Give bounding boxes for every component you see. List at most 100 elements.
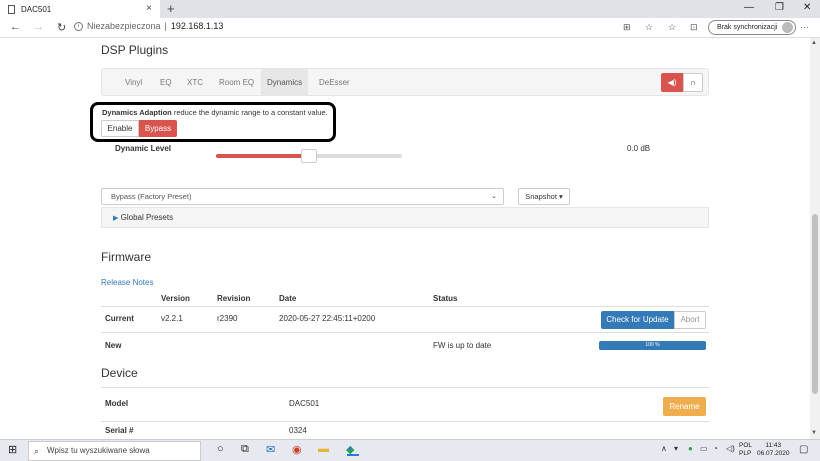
new-tab-button[interactable]: + xyxy=(167,1,175,16)
rename-button[interactable]: Rename xyxy=(663,397,706,416)
minimize-button[interactable]: — xyxy=(744,2,754,13)
global-presets-toggle[interactable]: ▶ Global Presets xyxy=(101,207,709,228)
current-label: Current xyxy=(105,314,134,323)
url-text[interactable]: 192.168.1.13 xyxy=(171,21,224,31)
page-content: DSP Plugins Vinyl EQ XTC Room EQ Dynamic… xyxy=(0,38,810,439)
check-for-update-button[interactable]: Check for Update xyxy=(601,311,674,329)
favorite-star-icon[interactable]: ☆ xyxy=(645,22,653,33)
current-revision: r2390 xyxy=(217,314,238,323)
profile-avatar-icon xyxy=(782,22,794,33)
bypass-button[interactable]: Bypass xyxy=(139,120,177,137)
windows-taskbar: ⊞ ⌕ Wpisz tu wyszukiwane słowa ○ ⧉ ✉ ◉ ▬… xyxy=(0,439,820,461)
update-progress-bar: 100 % xyxy=(599,341,706,350)
tray-app-icon[interactable]: ▾ xyxy=(674,444,678,453)
preset-select[interactable]: Bypass (Factory Preset) ⌄ xyxy=(101,188,504,205)
translate-icon[interactable]: ⊞ xyxy=(623,22,631,33)
current-date: 2020-05-27 22:45:11+0200 xyxy=(279,314,376,323)
col-date: Date xyxy=(279,294,297,303)
table-divider xyxy=(101,332,709,333)
fw-status: FW is up to date xyxy=(433,341,492,350)
more-menu-button[interactable]: ··· xyxy=(800,22,809,32)
language-indicator[interactable]: POL PLP xyxy=(739,442,752,458)
sync-label: Brak synchronizacji xyxy=(717,24,778,31)
table-divider xyxy=(101,306,709,307)
device-heading: Device xyxy=(101,366,138,380)
lang-line2: PLP xyxy=(739,450,752,457)
scrollbar-thumb[interactable] xyxy=(812,214,818,394)
taskbar-search[interactable]: ⌕ Wpisz tu wyszukiwane słowa xyxy=(28,441,201,461)
tab-title: DAC501 xyxy=(21,4,52,14)
tab-vinyl[interactable]: Vinyl xyxy=(119,69,148,96)
caret-right-icon: ▶ xyxy=(113,215,119,222)
col-status: Status xyxy=(433,294,458,303)
task-view-icon[interactable]: ⧉ xyxy=(241,443,249,456)
speaker-icon: ◀) xyxy=(667,78,677,87)
collections-icon[interactable]: ⊡ xyxy=(690,22,698,33)
scroll-up-icon[interactable]: ▲ xyxy=(811,40,817,46)
tab-deesser[interactable]: DeEsser xyxy=(313,69,356,96)
url-field[interactable]: i Niezabezpieczona | 192.168.1.13 xyxy=(74,21,223,31)
back-button[interactable]: ← xyxy=(10,21,21,33)
clock[interactable]: 11:43 06.07.2020 xyxy=(757,442,790,458)
network-icon[interactable]: ◔ xyxy=(713,444,718,453)
search-placeholder: Wpisz tu wyszukiwane słowa xyxy=(47,446,150,455)
headphones-icon: ∩ xyxy=(690,78,696,87)
file-explorer-icon[interactable]: ▬ xyxy=(318,443,329,455)
col-version: Version xyxy=(161,294,190,303)
model-label: Model xyxy=(105,399,129,408)
browser-titlebar: DAC501 × + — ❐ ✕ xyxy=(0,0,820,18)
dynamic-level-label: Dynamic Level xyxy=(115,144,172,153)
tab-dynamics[interactable]: Dynamics xyxy=(261,69,309,96)
dsp-plugin-tabs: Vinyl EQ XTC Room EQ Dynamics DeEsser ◀)… xyxy=(101,68,709,96)
firmware-heading: Firmware xyxy=(101,250,151,264)
current-version: v2.2.1 xyxy=(161,314,183,323)
slider-fill xyxy=(216,154,309,158)
serial-value: 0324 xyxy=(289,426,307,435)
headphones-output-button[interactable]: ∩ xyxy=(683,73,703,92)
forward-button[interactable]: → xyxy=(33,21,44,33)
browser-tab[interactable]: DAC501 × xyxy=(0,0,160,18)
battery-icon[interactable]: ▭ xyxy=(700,444,708,453)
clock-time: 11:43 xyxy=(765,442,782,449)
progress-fill: 100 % xyxy=(599,341,706,350)
tab-room-eq[interactable]: Room EQ xyxy=(213,69,260,96)
close-window-button[interactable]: ✕ xyxy=(803,2,811,13)
url-separator: | xyxy=(164,21,167,31)
slider-handle[interactable] xyxy=(301,149,317,163)
dynamics-title: Dynamics Adaption xyxy=(102,108,172,117)
volume-icon[interactable]: ◁) xyxy=(726,444,735,453)
tray-chevron-icon[interactable]: ∧ xyxy=(661,444,667,453)
sync-button[interactable]: Brak synchronizacji xyxy=(708,20,797,35)
scroll-down-icon[interactable]: ▼ xyxy=(811,430,817,436)
new-label: New xyxy=(105,341,122,350)
tab-xtc[interactable]: XTC xyxy=(181,69,209,96)
snapshot-button[interactable]: Snapshot ▾ xyxy=(518,188,570,205)
table-divider xyxy=(101,421,709,422)
release-notes-link[interactable]: Release Notes xyxy=(101,278,153,287)
col-revision: Revision xyxy=(217,294,251,303)
tray-app-icon[interactable]: ● xyxy=(688,444,693,453)
dynamics-description: Dynamics Adaption reduce the dynamic ran… xyxy=(102,108,328,117)
page-icon xyxy=(8,4,15,14)
info-icon[interactable]: i xyxy=(74,21,83,31)
edge-icon[interactable]: ◐ xyxy=(348,443,355,455)
windows-start-icon[interactable]: ⊞ xyxy=(8,443,17,456)
reload-button[interactable]: ↻ xyxy=(57,21,66,34)
tab-close-icon[interactable]: × xyxy=(146,3,152,14)
table-divider xyxy=(101,387,709,388)
mail-icon[interactable]: ✉ xyxy=(266,443,275,456)
abort-button[interactable]: Abort xyxy=(674,311,706,329)
lang-line1: POL xyxy=(739,442,753,449)
serial-label: Serial # xyxy=(105,426,134,435)
address-bar-row: ← → ↻ i Niezabezpieczona | 192.168.1.13 … xyxy=(0,18,820,38)
tab-eq[interactable]: EQ xyxy=(154,69,178,96)
chrome-icon[interactable]: ◉ xyxy=(292,443,302,456)
dynamic-level-value: 0.0 dB xyxy=(627,144,651,153)
enable-button[interactable]: Enable xyxy=(101,120,139,137)
chevron-down-icon: ⌄ xyxy=(491,193,497,200)
notifications-icon[interactable]: ▢ xyxy=(799,444,808,455)
maximize-button[interactable]: ❐ xyxy=(775,2,784,13)
cortana-icon[interactable]: ○ xyxy=(217,443,224,455)
speaker-output-button[interactable]: ◀) xyxy=(661,73,683,92)
favorites-icon[interactable]: ☆ xyxy=(668,22,676,33)
